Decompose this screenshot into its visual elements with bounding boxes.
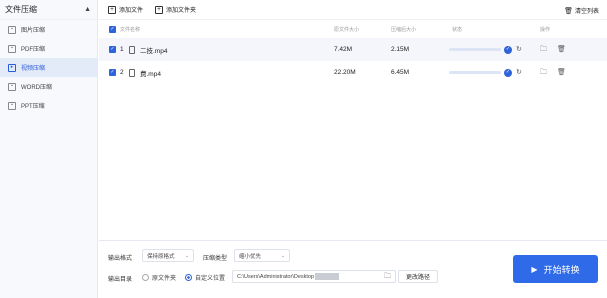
sidebar-title: 文件压缩 — [5, 5, 37, 14]
delete-icon[interactable]: 🗑 — [557, 46, 566, 53]
chevron-down-icon: ⌄ — [280, 252, 285, 259]
refresh-icon[interactable]: ↻ — [516, 46, 522, 53]
change-path-button[interactable]: 更改路径 — [398, 270, 438, 283]
check-circle-icon: ✓ — [504, 45, 512, 54]
output-format-value: 保持原格式 — [147, 253, 175, 260]
sidebar-item-label: PDF压缩 — [21, 47, 46, 53]
chevron-down-icon: ⌄ — [184, 252, 189, 259]
compressed-size: 2.15M — [391, 46, 410, 53]
compressed-size: 6.45M — [391, 69, 410, 76]
output-format-select[interactable]: 保持原格式 ⌄ — [142, 249, 194, 262]
radio-custom-label: 自定义位置 — [195, 276, 226, 282]
radio-dot — [142, 274, 149, 281]
output-dir-label: 输出目录 — [108, 277, 133, 283]
start-convert-button[interactable]: ▶ 开始转换 — [513, 255, 598, 283]
header-status: 状态 — [452, 26, 463, 33]
toolbar: + 添加文件 + 添加文件夹 🗑 清空列表 — [99, 0, 607, 20]
output-settings-panel: 输出格式 保持原格式 ⌄ 压缩类型 缩小优先 ⌄ 输出目录 原文件夹 自定义位置… — [99, 240, 607, 298]
add-folder-button[interactable]: + 添加文件夹 — [155, 5, 196, 14]
change-path-label: 更改路径 — [405, 275, 430, 281]
folder-icon[interactable]: 🗀 — [540, 69, 547, 76]
sidebar-item-label: 图片压缩 — [21, 28, 46, 34]
trash-icon: 🗑 — [564, 7, 573, 15]
file-icon — [129, 45, 135, 54]
add-folder-icon: + — [155, 5, 164, 14]
select-all-checkbox[interactable]: ✓ — [109, 25, 116, 33]
chevron-up-icon[interactable]: ▲ — [84, 6, 91, 13]
header-compressed-size: 压缩后大小 — [391, 26, 417, 33]
sidebar-item-label: 视频压缩 — [21, 66, 46, 72]
pdf-icon: ▪ — [8, 44, 16, 53]
add-file-icon: + — [108, 5, 116, 14]
radio-dot — [185, 274, 192, 281]
sidebar-item-word[interactable]: ▪ WORD压缩 — [0, 77, 97, 96]
image-icon: ▪ — [8, 25, 16, 34]
output-path-field[interactable]: C:\Users\Administrator\Desktop — [232, 270, 396, 283]
file-name: 费.mp4 — [140, 70, 161, 78]
compress-type-select[interactable]: 缩小优先 ⌄ — [234, 249, 290, 262]
main-panel: + 添加文件 + 添加文件夹 🗑 清空列表 ✓ 文件名称 原文件大小 压缩后大小… — [99, 0, 607, 298]
table-row[interactable]: ✓ 1 二技.mp4 7.42M 2.15M ✓ ↻ 🗀 🗑 — [99, 38, 607, 61]
row-checkbox[interactable]: ✓ — [109, 69, 116, 76]
clear-list-button[interactable]: 🗑 清空列表 — [564, 6, 599, 16]
sidebar: 文件压缩 ▲ ▪ 图片压缩 ▪ PDF压缩 ▸ 视频压缩 ▪ WORD压缩 ▪ … — [0, 0, 98, 298]
video-icon: ▸ — [8, 63, 16, 72]
radio-original-folder[interactable]: 原文件夹 — [142, 273, 176, 282]
browse-folder-icon[interactable]: 🗀 — [384, 272, 391, 283]
compress-type-label: 压缩类型 — [203, 256, 228, 262]
original-size: 7.42M — [334, 46, 353, 53]
sidebar-item-label: WORD压缩 — [21, 85, 52, 91]
header-original-size: 原文件大小 — [334, 26, 360, 33]
sidebar-item-video[interactable]: ▸ 视频压缩 — [0, 58, 97, 77]
progress-bar — [449, 71, 501, 74]
redacted-block — [315, 273, 340, 280]
file-icon — [129, 68, 135, 77]
refresh-icon[interactable]: ↻ — [516, 69, 522, 76]
sidebar-item-image[interactable]: ▪ 图片压缩 — [0, 20, 97, 39]
word-icon: ▪ — [8, 82, 16, 91]
row-index: 1 — [120, 46, 124, 53]
header-name: 文件名称 — [120, 26, 141, 33]
play-icon: ▶ — [531, 264, 538, 274]
start-convert-label: 开始转换 — [543, 264, 580, 275]
file-name: 二技.mp4 — [140, 47, 168, 55]
sidebar-item-ppt[interactable]: ▪ PPT压缩 — [0, 96, 97, 115]
sidebar-item-label: PPT压缩 — [21, 104, 45, 110]
folder-icon[interactable]: 🗀 — [540, 46, 547, 53]
table-header: ✓ 文件名称 原文件大小 压缩后大小 状态 操作 — [99, 20, 607, 38]
sidebar-item-pdf[interactable]: ▪ PDF压缩 — [0, 39, 97, 58]
output-path-value: C:\Users\Administrator\Desktop — [237, 273, 315, 280]
ppt-icon: ▪ — [8, 101, 16, 110]
check-circle-icon: ✓ — [504, 68, 512, 77]
add-folder-label: 添加文件夹 — [166, 8, 197, 14]
add-file-label: 添加文件 — [119, 8, 144, 14]
table-row[interactable]: ✓ 2 费.mp4 22.20M 6.45M ✓ ↻ 🗀 🗑 — [99, 61, 607, 84]
add-file-button[interactable]: + 添加文件 — [108, 5, 143, 14]
progress-bar — [449, 48, 501, 51]
clear-list-label: 清空列表 — [574, 9, 599, 15]
compress-type-value: 缩小优先 — [239, 253, 262, 260]
row-checkbox[interactable]: ✓ — [109, 46, 116, 53]
sidebar-header[interactable]: 文件压缩 ▲ — [0, 0, 97, 20]
row-index: 2 — [120, 69, 124, 76]
header-action: 操作 — [540, 26, 551, 33]
radio-original-label: 原文件夹 — [152, 276, 177, 282]
original-size: 22.20M — [334, 69, 356, 76]
output-format-label: 输出格式 — [108, 256, 133, 262]
delete-icon[interactable]: 🗑 — [557, 69, 566, 76]
radio-custom-location[interactable]: 自定义位置 — [185, 273, 225, 282]
